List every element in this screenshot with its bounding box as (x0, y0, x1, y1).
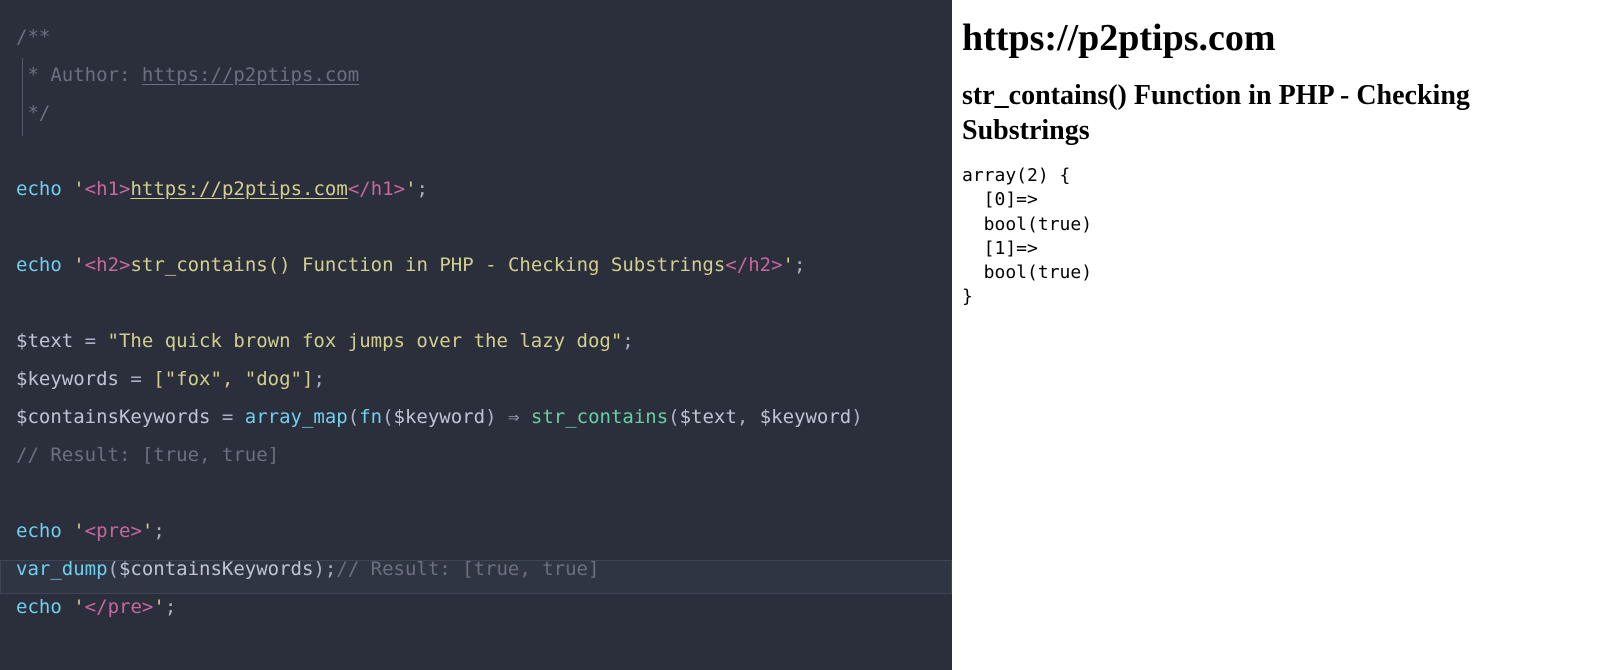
comment-token: Author: (39, 64, 142, 86)
code-line: $keywords = ["fox", "dog"]; (16, 360, 942, 398)
punct-token: ; (153, 520, 164, 542)
string-token: ' (73, 596, 84, 618)
keyword-token: fn (359, 406, 382, 428)
blank-line (16, 208, 942, 246)
punct-token: = (73, 330, 107, 352)
punct-token: ; (622, 330, 633, 352)
punct-token: ( (382, 406, 393, 428)
punct-token: ( (108, 558, 119, 580)
code-line: echo '<h1>https://p2ptips.com</h1>'; (16, 170, 942, 208)
variable-token: $keywords (16, 368, 119, 390)
tag-token: < (725, 254, 736, 276)
punct-token: ) (851, 406, 862, 428)
string-token: "The quick brown fox jumps over the lazy… (108, 330, 623, 352)
tag-token: < (85, 520, 96, 542)
code-line: $containsKeywords = array_map(fn($keywor… (16, 398, 942, 436)
punct-token: ; (325, 558, 336, 580)
comment-token: */ (16, 102, 50, 124)
punct-token: ) (485, 406, 496, 428)
tag-token: h1 (371, 178, 394, 200)
code-line: echo '<pre>'; (16, 512, 942, 550)
variable-token: $containsKeywords (119, 558, 313, 580)
function-token: array_map (245, 406, 348, 428)
code-line: /** (16, 18, 942, 56)
code-line: // Result: [true, true] (16, 436, 942, 474)
function-token: str_contains (531, 406, 668, 428)
code-line: var_dump($containsKeywords);// Result: [… (16, 550, 942, 588)
punct-token: , (737, 406, 760, 428)
string-token: ' (783, 254, 794, 276)
keyword-token: echo (16, 596, 62, 618)
comment-token: /** (16, 26, 50, 48)
variable-token: $keyword (394, 406, 486, 428)
string-token: ' (73, 254, 84, 276)
keyword-token: echo (16, 520, 62, 542)
variable-token: $text (16, 330, 73, 352)
punct-token: ( (668, 406, 679, 428)
tag-token: < (85, 178, 96, 200)
preview-h2: str_contains() Function in PHP - Checkin… (962, 78, 1590, 148)
preview-h1: https://p2ptips.com (962, 16, 1590, 60)
tag-token: < (348, 178, 359, 200)
string-token: ["fox", "dog"] (153, 368, 313, 390)
punct-token: ) (313, 558, 324, 580)
tag-token: pre (96, 520, 130, 542)
blank-line (16, 284, 942, 322)
punct-token: ; (417, 178, 428, 200)
variable-token: $containsKeywords (16, 406, 210, 428)
blank-line (16, 132, 942, 170)
preview-pane: https://p2ptips.com str_contains() Funct… (952, 0, 1600, 670)
tag-token: > (119, 178, 130, 200)
keyword-token: echo (16, 254, 62, 276)
string-token: ' (73, 178, 84, 200)
string-token: ' (153, 596, 164, 618)
tag-token: pre (108, 596, 142, 618)
tag-token: < (85, 596, 96, 618)
function-token: var_dump (16, 558, 108, 580)
string-token: ' (142, 520, 153, 542)
tag-token: h2 (748, 254, 771, 276)
tag-token: / (359, 178, 370, 200)
punct-token: ; (313, 368, 324, 390)
tag-token: < (85, 254, 96, 276)
tag-token: > (119, 254, 130, 276)
tag-token: > (394, 178, 405, 200)
arrow-token: ⇒ (508, 406, 519, 428)
code-line: * Author: https://p2ptips.com (16, 56, 942, 94)
code-editor-pane[interactable]: ▾ /** * Author: https://p2ptips.com */ e… (0, 0, 952, 670)
tag-token: / (96, 596, 107, 618)
tag-token: > (142, 596, 153, 618)
keyword-token: echo (16, 178, 62, 200)
tag-token: h2 (96, 254, 119, 276)
tag-token: > (771, 254, 782, 276)
punct-token: ( (348, 406, 359, 428)
code-line: */ (16, 94, 942, 132)
variable-token: $text (680, 406, 737, 428)
code-line: $text = "The quick brown fox jumps over … (16, 322, 942, 360)
punct-token: ; (165, 596, 176, 618)
comment-token: // Result: [true, true] (16, 444, 279, 466)
tag-token: / (737, 254, 748, 276)
string-token: ' (73, 520, 84, 542)
tag-token: > (130, 520, 141, 542)
variable-token: $keyword (760, 406, 852, 428)
preview-output: array(2) { [0]=> bool(true) [1]=> bool(t… (962, 164, 1590, 310)
comment-token: // Result: [true, true] (336, 558, 599, 580)
punct-token: = (210, 406, 244, 428)
string-token: ' (405, 178, 416, 200)
punct-token: = (119, 368, 153, 390)
punct-token: ; (794, 254, 805, 276)
tag-token: h1 (96, 178, 119, 200)
code-line: echo '</pre>'; (16, 588, 942, 626)
comment-link[interactable]: https://p2ptips.com (142, 64, 359, 86)
string-token: str_contains() Function in PHP - Checkin… (130, 254, 725, 276)
string-link[interactable]: https://p2ptips.com (130, 178, 347, 200)
code-line: echo '<h2>str_contains() Function in PHP… (16, 246, 942, 284)
blank-line (16, 474, 942, 512)
comment-token: * (16, 64, 39, 86)
